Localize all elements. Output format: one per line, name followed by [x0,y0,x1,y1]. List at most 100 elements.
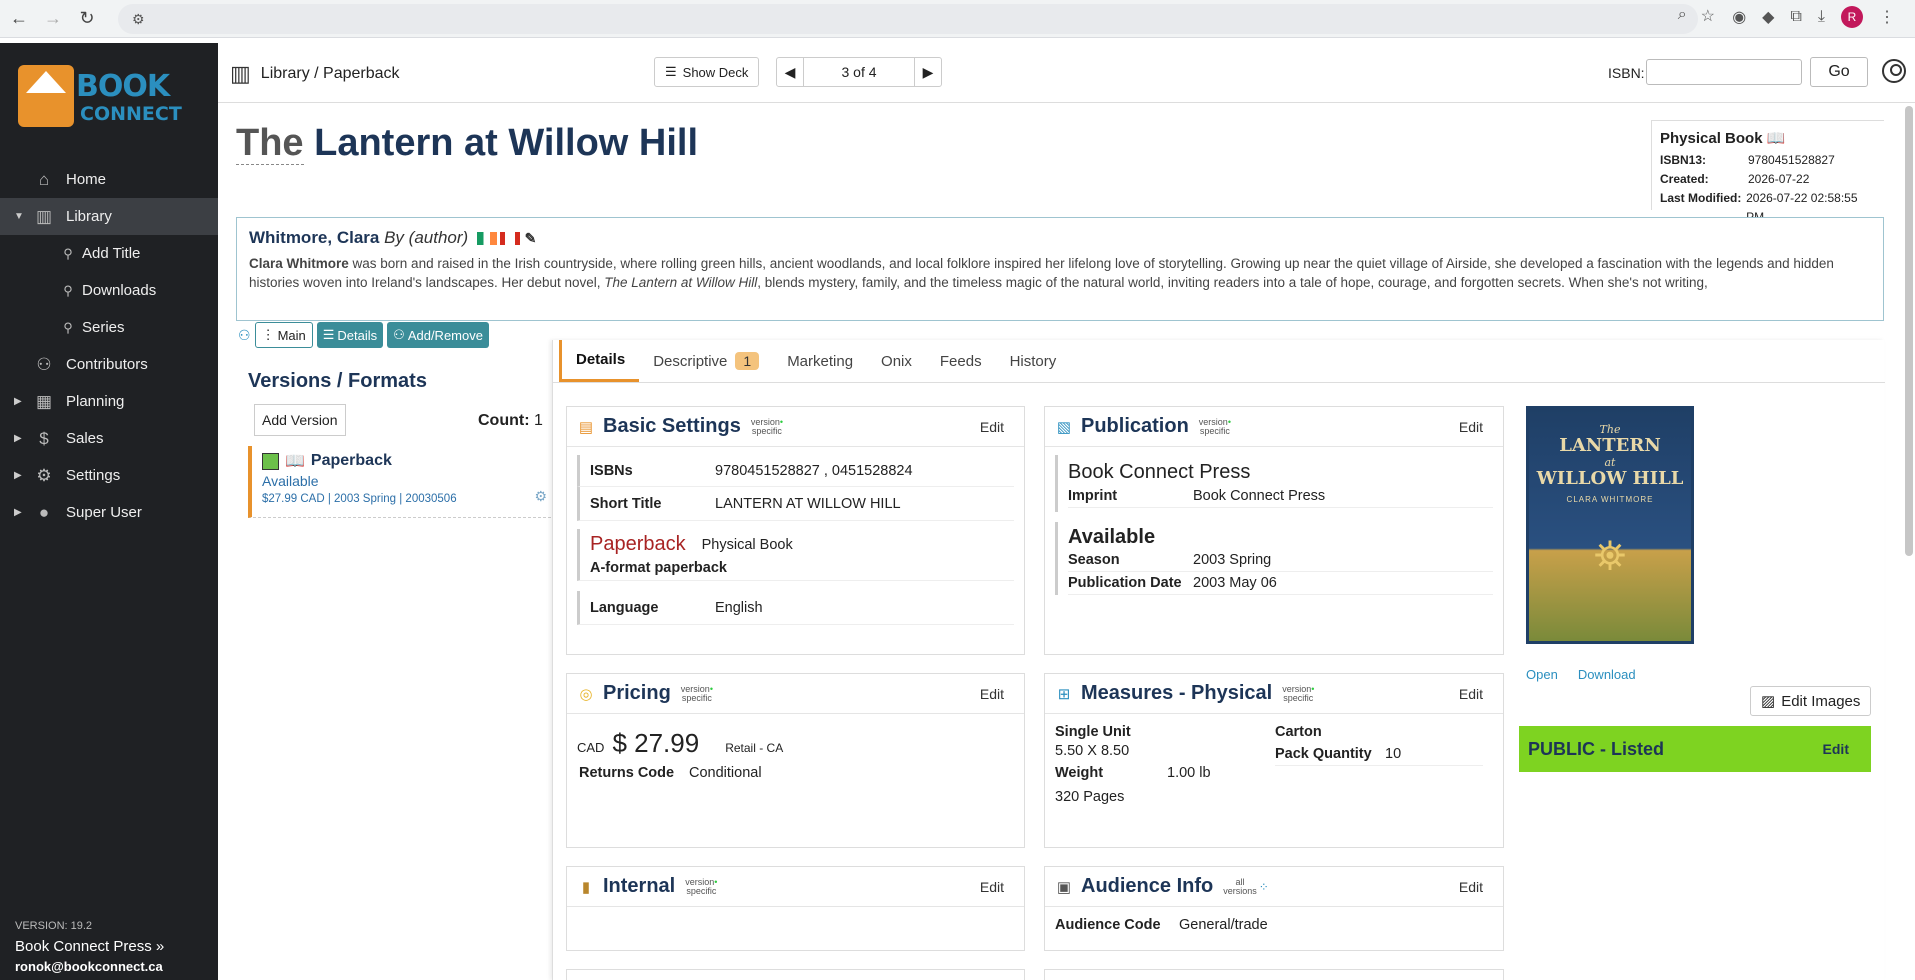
isbn-search-input[interactable] [1646,59,1802,85]
detail-tabs: Details Descriptive 1 Marketing Onix Feed… [559,340,1070,382]
tab-main[interactable]: ⋮ Main [254,322,313,348]
extension-icon[interactable]: ◆ [1762,7,1774,27]
user-email: ronok@bookconnect.ca [15,959,163,974]
previous-record-button[interactable]: ◀ [777,58,803,86]
address-bar[interactable]: ⚙ [118,4,1698,34]
sidebar-item-label: Add Title [82,245,141,262]
clipboard-icon: ▤ [578,418,594,436]
tab-details[interactable]: Details [562,340,640,382]
internal-card: ▮ Internal version• specific Edit [566,866,1025,951]
tab-feeds[interactable]: Feeds [926,340,996,382]
sidebar-nav: ⌂ Home ▼ ▥ Library ⚲ Add Title ⚲ Downloa… [0,161,218,531]
version-name[interactable]: Paperback [311,452,392,470]
field-season: Season 2003 Spring [1068,549,1493,572]
field-pack-quantity: Pack Quantity 10 [1275,746,1483,766]
chevron-right-icon: ▶ [14,470,22,481]
sidebar-item-contributors[interactable]: ⚇ Contributors [0,346,218,383]
sidebar-item-label: Contributors [66,356,148,373]
format-row: Paperback Physical Book [590,533,1014,556]
book-connect-logo[interactable]: BOOK CONNECT [18,65,198,131]
field-value: LANTERN AT WILLOW HILL [715,495,901,512]
card-body: Single Unit 5.50 X 8.50 Weight 1.00 lb 32… [1045,714,1503,805]
link-icon: ⚲ [63,282,73,298]
star-icon[interactable]: ☆ [1701,6,1715,26]
tab-add-remove[interactable]: ⚇ Add/Remove [387,322,489,348]
product-meta-card: Physical Book 📖 ISBN13: 9780451528827 Cre… [1651,120,1884,224]
contributor-name[interactable]: Whitmore, Clara [249,228,379,247]
calendar-icon: ▦ [35,391,53,411]
tab-onix[interactable]: Onix [867,340,926,382]
tag-line: specific [1283,692,1314,703]
app-version: VERSION: 19.2 [15,920,93,932]
cover-image[interactable]: The LANTERN at WILLOW HILL CLARA WHITMOR… [1526,406,1694,644]
sync-icon[interactable]: ⚙ [534,488,547,505]
field-audience-code: Audience Code General/trade [1045,907,1503,933]
tab-marketing[interactable]: Marketing [773,340,867,382]
edit-status-button[interactable]: Edit [1823,741,1849,757]
edit-internal-button[interactable]: Edit [980,879,1004,895]
download-cover-link[interactable]: Download [1578,667,1636,682]
sidebar-item-downloads[interactable]: ⚲ Downloads [0,272,218,309]
sidebar-item-planning[interactable]: ▶ ▦ Planning [0,383,218,420]
sidebar-item-home[interactable]: ⌂ Home [0,161,218,198]
contributor-role: By (author) [384,228,469,247]
profile-avatar[interactable]: R [1841,6,1863,28]
next-record-button[interactable]: ▶ [915,58,941,86]
tab-history[interactable]: History [996,340,1071,382]
sidebar-item-label: Super User [66,504,142,521]
sidebar-item-label: Settings [66,467,121,484]
download-icon[interactable]: ⤓ [1818,8,1825,26]
sidebar-item-settings[interactable]: ▶ ⚙ Settings [0,457,218,494]
publication-card: ▧ Publication version• specific Edit Book… [1044,406,1504,655]
flags [476,232,520,246]
version-item[interactable]: 📖 Paperback Available $27.99 CAD | 2003 … [248,446,551,518]
forward-icon[interactable]: → [38,4,68,34]
sidebar-item-library[interactable]: ▼ ▥ Library [0,198,218,235]
versions-heading: Versions / Formats [248,370,427,392]
puzzle-icon[interactable]: ⧉ [1790,8,1801,26]
edit-publication-button[interactable]: Edit [1459,419,1483,435]
breadcrumb-text: Library / Paperback [260,65,400,82]
tune-icon[interactable]: ⚙ [132,11,145,28]
account-icon[interactable] [1882,59,1906,83]
card-header: ◎ Pricing version• specific Edit [567,674,1024,714]
sidebar-item-super-user[interactable]: ▶ ● Super User [0,494,218,531]
list-icon: ☰ [665,64,677,79]
sidebar-item-add-title[interactable]: ⚲ Add Title [0,235,218,272]
edit-images-button[interactable]: ▨ Edit Images [1750,686,1872,716]
house-icon: ⌂ [38,169,50,189]
company-switcher[interactable]: Book Connect Press » [15,938,164,955]
show-deck-button[interactable]: ☰ Show Deck [654,57,760,87]
books-icon: ▥ [35,206,53,226]
bio-name: Clara Whitmore [249,256,349,271]
edit-basic-settings-button[interactable]: Edit [980,419,1004,435]
scrollbar[interactable] [1905,106,1913,556]
edit-audience-button[interactable]: Edit [1459,879,1483,895]
sidebar-item-label: Planning [66,393,125,410]
pencil-icon[interactable]: ✎ [525,230,537,246]
card-header: ▧ Publication version• specific Edit [1045,407,1503,447]
zoom-icon[interactable]: ⌕ [1678,6,1687,26]
sidebar-item-series[interactable]: ⚲ Series [0,309,218,346]
card-title: Audience Info [1081,875,1214,897]
sidebar-item-sales[interactable]: ▶ $ Sales [0,420,218,457]
card-title: Measures - Physical [1081,682,1273,704]
back-icon[interactable]: ← [4,4,34,34]
edit-pricing-button[interactable]: Edit [980,686,1004,702]
tab-label: Main [277,327,306,343]
tab-details[interactable]: ☰ Details [316,322,384,348]
version-specific-tag: version• specific [750,416,783,436]
tab-descriptive[interactable]: Descriptive 1 [639,340,773,382]
cover-text: LANTERN [1559,435,1661,456]
open-cover-link[interactable]: Open [1526,667,1558,682]
go-button[interactable]: Go [1810,57,1868,87]
menu-icon[interactable]: ⋮ [1879,7,1895,27]
edit-measures-button[interactable]: Edit [1459,686,1483,702]
people-icon[interactable]: ⚇ [238,327,251,344]
color-extension-icon[interactable]: ◉ [1732,7,1746,27]
sidebar-item-label: Sales [66,430,104,447]
add-version-button[interactable]: Add Version [254,404,346,436]
title-article[interactable]: The [236,122,304,165]
sidebar: BOOK CONNECT ⌂ Home ▼ ▥ Library ⚲ Add Ti… [0,43,218,980]
reload-icon[interactable]: ↻ [72,4,102,34]
